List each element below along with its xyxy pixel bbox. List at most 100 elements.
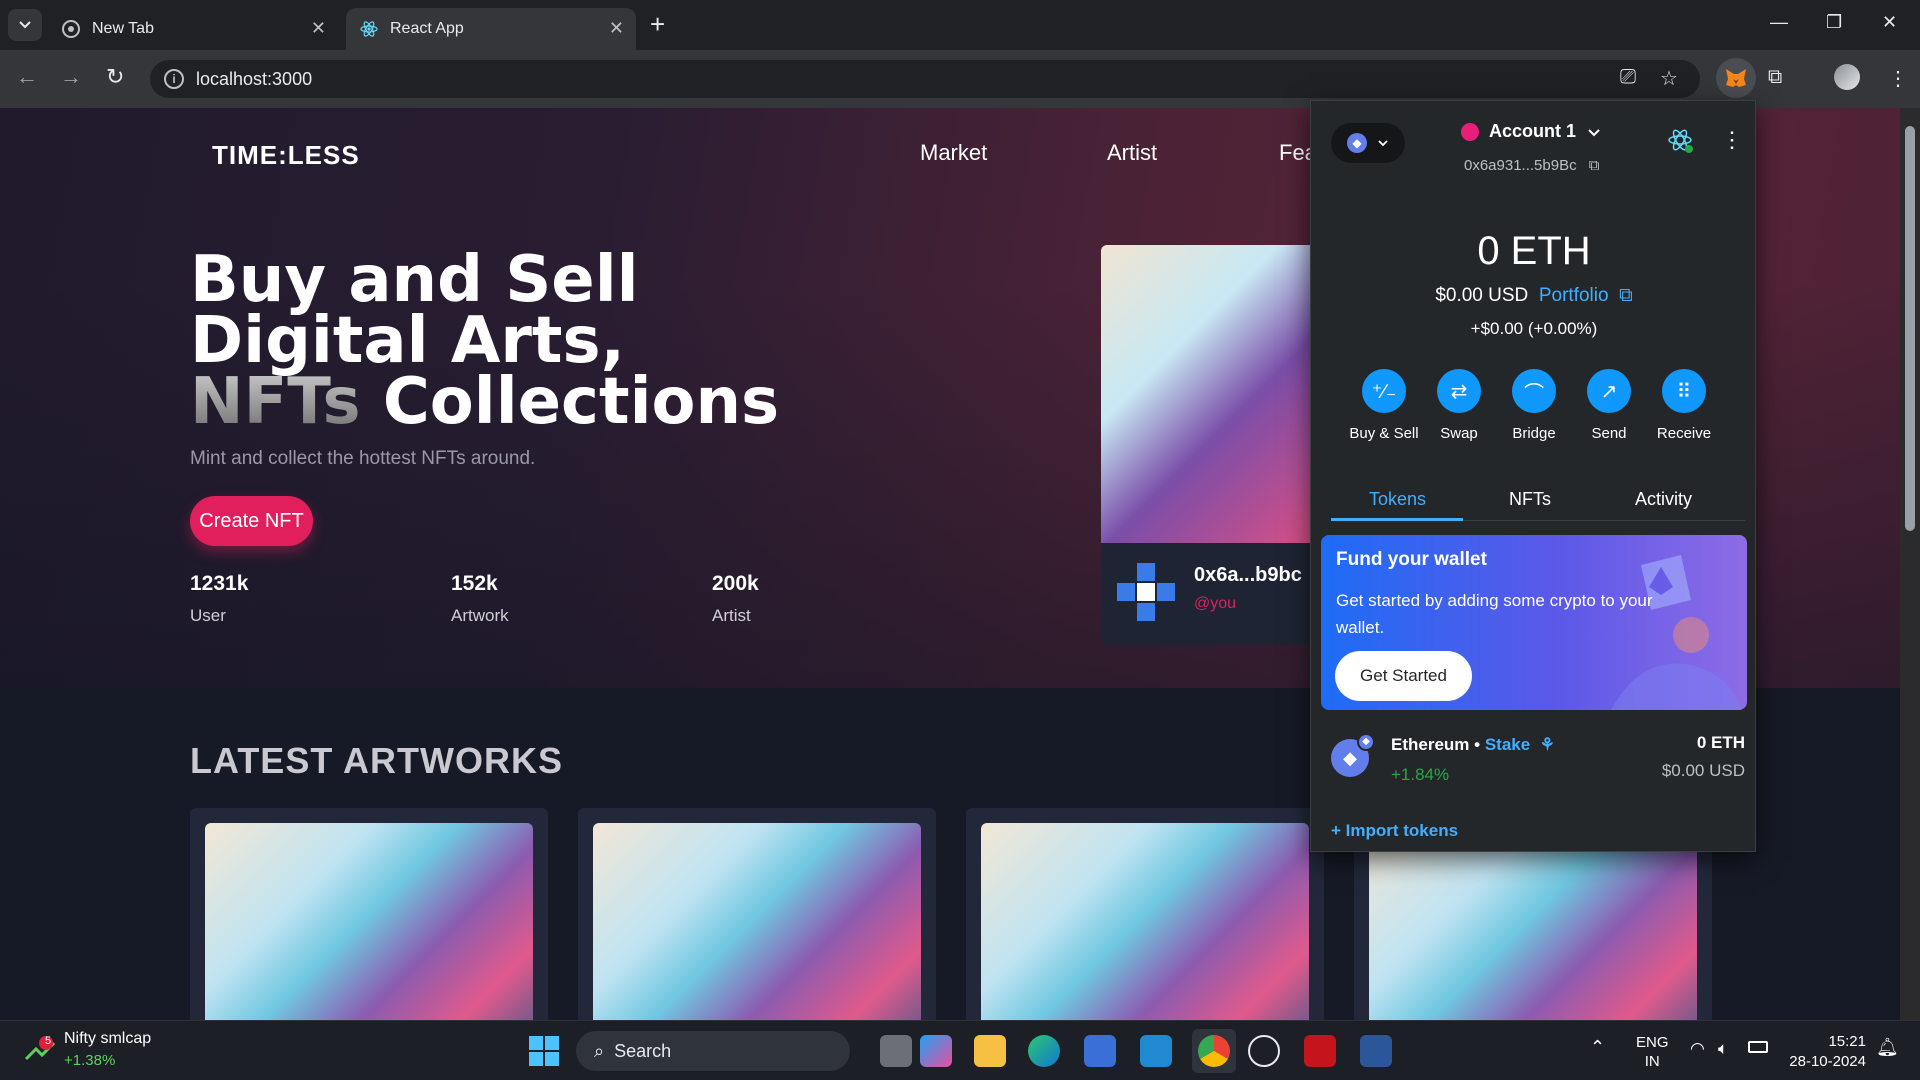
fund-description: Get started by adding some crypto to you… [1336, 591, 1653, 637]
profile-avatar[interactable] [1834, 64, 1860, 90]
tab-strip: New Tab ✕ React App ✕ + — ❐ ✕ [0, 0, 1920, 50]
chevron-down-icon [1378, 140, 1388, 147]
balance-change: +$0.00 (+0.00%) [1470, 319, 1598, 338]
creator-avatar [1115, 561, 1177, 623]
buy-sell-icon: ⁺∕₋ [1362, 369, 1406, 413]
site-logo[interactable]: TIME:LESS [212, 140, 360, 171]
vscode-icon[interactable] [1140, 1035, 1172, 1067]
address-bar[interactable]: i localhost:3000 [150, 60, 1700, 98]
dell-icon[interactable] [1248, 1035, 1280, 1067]
site-info-icon[interactable]: i [164, 69, 184, 89]
url-text: localhost:3000 [196, 69, 313, 89]
artwork-card[interactable] [190, 808, 548, 1020]
microsoft-store-icon[interactable] [1084, 1035, 1116, 1067]
plus-icon: + [1331, 821, 1346, 840]
featured-owner-handle[interactable]: @you [1194, 595, 1236, 613]
show-hidden-icons[interactable]: ⌃ [1590, 1037, 1605, 1058]
forward-icon[interactable]: → [60, 64, 82, 90]
task-view-icon[interactable] [880, 1035, 912, 1067]
token-row-ethereum[interactable]: ◆ ◆ Ethereum • Stake ⚘ +1.84% 0 ETH $0.00… [1331, 731, 1745, 791]
account-selector[interactable]: Account 1 [1461, 121, 1602, 142]
tab-new-tab[interactable]: New Tab ✕ [48, 8, 338, 50]
buy-sell-button[interactable]: ⁺∕₋ Buy & Sell [1344, 369, 1424, 442]
tab-activity[interactable]: Activity [1635, 489, 1692, 510]
stake-sprout-icon[interactable]: ⚘ [1535, 735, 1555, 754]
stat-users: 1231k User [190, 572, 248, 626]
close-window-icon[interactable]: ✕ [1882, 12, 1897, 33]
featured-nft-card[interactable]: 0x6a...b9bc @you [1101, 245, 1311, 645]
stake-link[interactable]: Stake [1485, 735, 1530, 754]
windows-start-icon[interactable] [528, 1035, 560, 1067]
install-app-icon[interactable]: ⎚ [1620, 66, 1636, 89]
restore-icon[interactable]: ❐ [1826, 12, 1842, 33]
chrome-menu-icon[interactable]: ⋮ [1888, 66, 1908, 91]
action-label: Buy & Sell [1349, 425, 1419, 442]
tab-tokens[interactable]: Tokens [1369, 489, 1426, 510]
hero-nfts-word: NFTs [190, 365, 361, 439]
artwork-image [981, 823, 1309, 1020]
artwork-card[interactable] [578, 808, 936, 1020]
account-avatar [1461, 122, 1479, 141]
artwork-image [1369, 823, 1697, 1020]
receive-qr-icon: ⠿ [1662, 369, 1706, 413]
tab-nfts[interactable]: NFTs [1509, 489, 1551, 510]
portfolio-link[interactable]: Portfolio [1539, 285, 1609, 306]
external-link-icon[interactable]: ⧉ [1614, 285, 1633, 306]
get-started-button[interactable]: Get Started [1335, 651, 1472, 701]
stock-widget-icon[interactable]: 5 [24, 1035, 58, 1065]
edge-icon[interactable] [1028, 1035, 1060, 1067]
featured-nft-image [1101, 245, 1311, 543]
close-tab-icon[interactable]: ✕ [609, 18, 624, 39]
account-address[interactable]: 0x6a931...5b9Bc ⧉ [1464, 157, 1599, 174]
battery-icon[interactable] [1748, 1041, 1768, 1053]
swap-button[interactable]: ⇄ Swap [1419, 369, 1499, 442]
metamask-extension-icon[interactable] [1716, 58, 1756, 98]
usd-balance-row: $0.00 USD Portfolio ⧉ [1311, 285, 1757, 307]
scrollbar-thumb[interactable] [1905, 126, 1915, 531]
send-button[interactable]: ↗ Send [1569, 369, 1649, 442]
widget-title[interactable]: Nifty smlcap [64, 1030, 151, 1048]
usd-balance: $0.00 USD [1435, 285, 1529, 306]
bookmark-star-icon[interactable]: ☆ [1660, 66, 1678, 91]
hero-title: Buy and Sell Digital Arts, NFTs Collecti… [190, 248, 779, 434]
artwork-image [205, 823, 533, 1020]
tab-react-app[interactable]: React App ✕ [346, 8, 636, 50]
tab-search-button[interactable] [8, 9, 42, 41]
language-indicator[interactable]: ENG IN [1636, 1033, 1669, 1071]
search-label: Search [614, 1040, 672, 1061]
hero-line-2: Digital Arts, [190, 304, 625, 378]
reload-icon[interactable]: ↻ [106, 64, 124, 90]
stat-value: 1231k [190, 572, 249, 595]
word-icon[interactable] [1360, 1035, 1392, 1067]
metamask-popup: ◆ Account 1 0x6a931...5b9Bc ⧉ ⋮ 0 ETH $0… [1310, 100, 1756, 852]
hero-collections-word: Collections [360, 365, 780, 439]
bridge-button[interactable]: ⌒ Bridge [1494, 369, 1574, 442]
notification-bell-icon[interactable]: 🔔︎ [1876, 1037, 1899, 1058]
import-tokens-link[interactable]: + Import tokens [1331, 821, 1458, 841]
volume-icon[interactable]: 🔈︎ [1718, 1039, 1728, 1059]
new-tab-plus-icon[interactable]: + [650, 10, 665, 38]
file-explorer-icon[interactable] [974, 1035, 1006, 1067]
connected-site-icon[interactable] [1667, 127, 1695, 155]
mcafee-icon[interactable] [1304, 1035, 1336, 1067]
clock[interactable]: 15:21 28-10-2024 [1786, 1032, 1866, 1072]
create-nft-button[interactable]: Create NFT [190, 496, 313, 546]
network-selector[interactable]: ◆ [1331, 123, 1405, 163]
account-options-icon[interactable]: ⋮ [1721, 127, 1743, 153]
wifi-icon[interactable]: ◠ [1690, 1039, 1705, 1059]
back-icon[interactable]: ← [16, 64, 38, 90]
chrome-taskbar-active[interactable] [1192, 1029, 1236, 1073]
close-tab-icon[interactable]: ✕ [311, 18, 326, 39]
copilot-icon[interactable] [920, 1035, 952, 1067]
receive-button[interactable]: ⠿ Receive [1644, 369, 1724, 442]
nav-market[interactable]: Market [920, 140, 987, 166]
network-badge-icon: ◆ [1357, 733, 1375, 751]
copy-icon[interactable]: ⧉ [1589, 157, 1600, 174]
minimize-icon[interactable]: — [1770, 12, 1788, 33]
artwork-card[interactable] [966, 808, 1324, 1020]
taskbar-search[interactable]: ⌕ Search [576, 1031, 850, 1071]
eth-balance: 0 ETH [1477, 229, 1591, 273]
nav-artist[interactable]: Artist [1107, 140, 1157, 166]
artwork-image [593, 823, 921, 1020]
extensions-puzzle-icon[interactable]: ⧉ [1768, 66, 1782, 89]
